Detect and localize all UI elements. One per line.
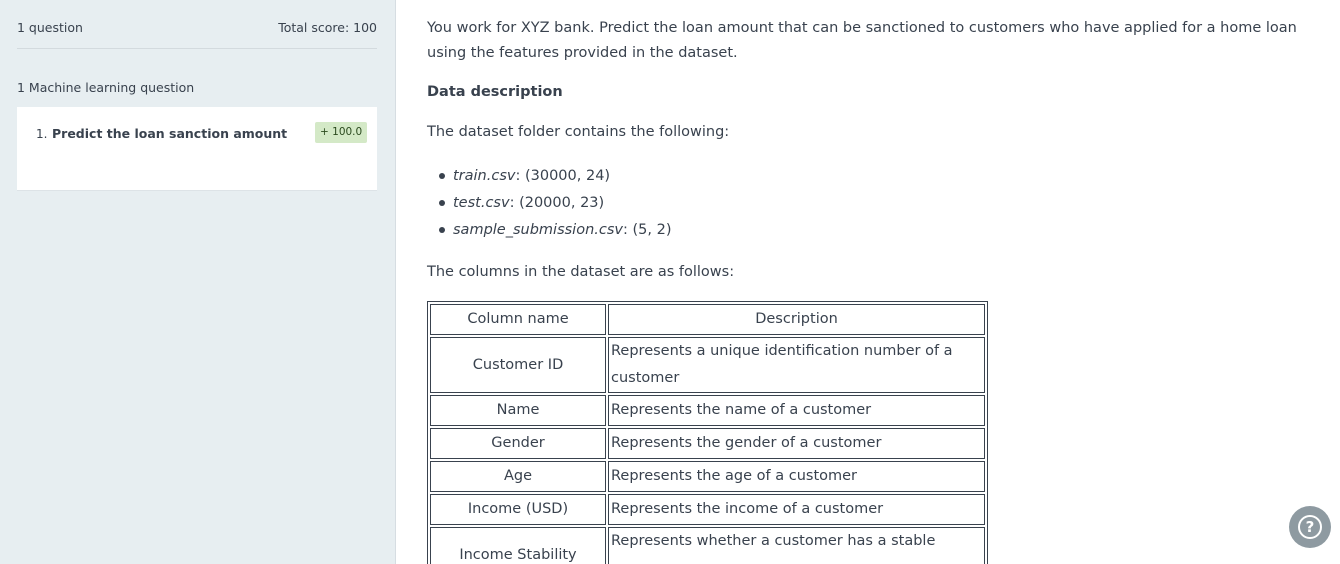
table-cell: Name bbox=[430, 395, 606, 426]
file-name: test.csv bbox=[453, 195, 510, 211]
question-number: 1. bbox=[36, 127, 48, 141]
data-description-heading: Data description bbox=[427, 84, 563, 100]
file-list: train.csv: (30000, 24) test.csv: (20000,… bbox=[438, 166, 672, 247]
table-row: Age Represents the age of a customer bbox=[430, 461, 985, 492]
list-item: test.csv: (20000, 23) bbox=[438, 193, 671, 220]
column-header: Description bbox=[608, 304, 985, 335]
question-item[interactable]: 1. Predict the loan sanction amount + 10… bbox=[17, 107, 377, 191]
file-name: sample_submission.csv bbox=[453, 222, 623, 238]
table-cell: Represents whether a customer has a stab… bbox=[608, 527, 985, 564]
file-shape: : (30000, 24) bbox=[515, 168, 611, 184]
table-cell: Customer ID bbox=[430, 337, 606, 393]
list-item: train.csv: (30000, 24) bbox=[438, 166, 671, 193]
file-name: train.csv bbox=[453, 168, 516, 184]
table-row: Gender Represents the gender of a custom… bbox=[430, 428, 985, 459]
table-cell: Represents a unique identification numbe… bbox=[608, 337, 985, 393]
table-row: Income (USD) Represents the income of a … bbox=[430, 494, 985, 525]
table-cell: Represents the gender of a customer bbox=[608, 428, 985, 459]
help-button[interactable]: ? bbox=[1289, 506, 1331, 548]
table-cell: Represents the name of a customer bbox=[608, 395, 985, 426]
folder-text: The dataset folder contains the followin… bbox=[427, 124, 730, 140]
table-row: Income Stability Represents whether a cu… bbox=[430, 527, 985, 564]
table-cell: Represents the age of a customer bbox=[608, 461, 985, 492]
table-cell: Age bbox=[430, 461, 606, 492]
score-badge: + 100.0 bbox=[315, 122, 368, 143]
question-icon: ? bbox=[1298, 515, 1322, 539]
file-shape: : (5, 2) bbox=[623, 222, 672, 238]
columns-table: Column name Description Customer ID Repr… bbox=[427, 301, 988, 564]
table-header-row: Column name Description bbox=[430, 304, 985, 335]
question-count: 1 question bbox=[17, 20, 83, 35]
sidebar: 1 question Total score: 100 1 Machine le… bbox=[0, 0, 396, 564]
table-row: Customer ID Represents a unique identifi… bbox=[430, 337, 985, 393]
list-item: sample_submission.csv: (5, 2) bbox=[438, 220, 672, 247]
section-label: 1 Machine learning question bbox=[17, 80, 195, 95]
total-score: Total score: 100 bbox=[278, 20, 377, 35]
column-header: Column name bbox=[430, 304, 606, 335]
table-cell: Represents the income of a customer bbox=[608, 494, 985, 525]
sidebar-header: 1 question Total score: 100 bbox=[17, 20, 377, 49]
table-cell: Income (USD) bbox=[430, 494, 606, 525]
columns-text: The columns in the dataset are as follow… bbox=[427, 264, 735, 280]
table-cell: Gender bbox=[430, 428, 606, 459]
intro-text: You work for XYZ bank. Predict the loan … bbox=[427, 20, 1297, 61]
table-cell: Income Stability bbox=[430, 527, 606, 564]
question-title[interactable]: Predict the loan sanction amount bbox=[52, 126, 287, 141]
table-row: Name Represents the name of a customer bbox=[430, 395, 985, 426]
file-shape: : (20000, 23) bbox=[509, 195, 605, 211]
